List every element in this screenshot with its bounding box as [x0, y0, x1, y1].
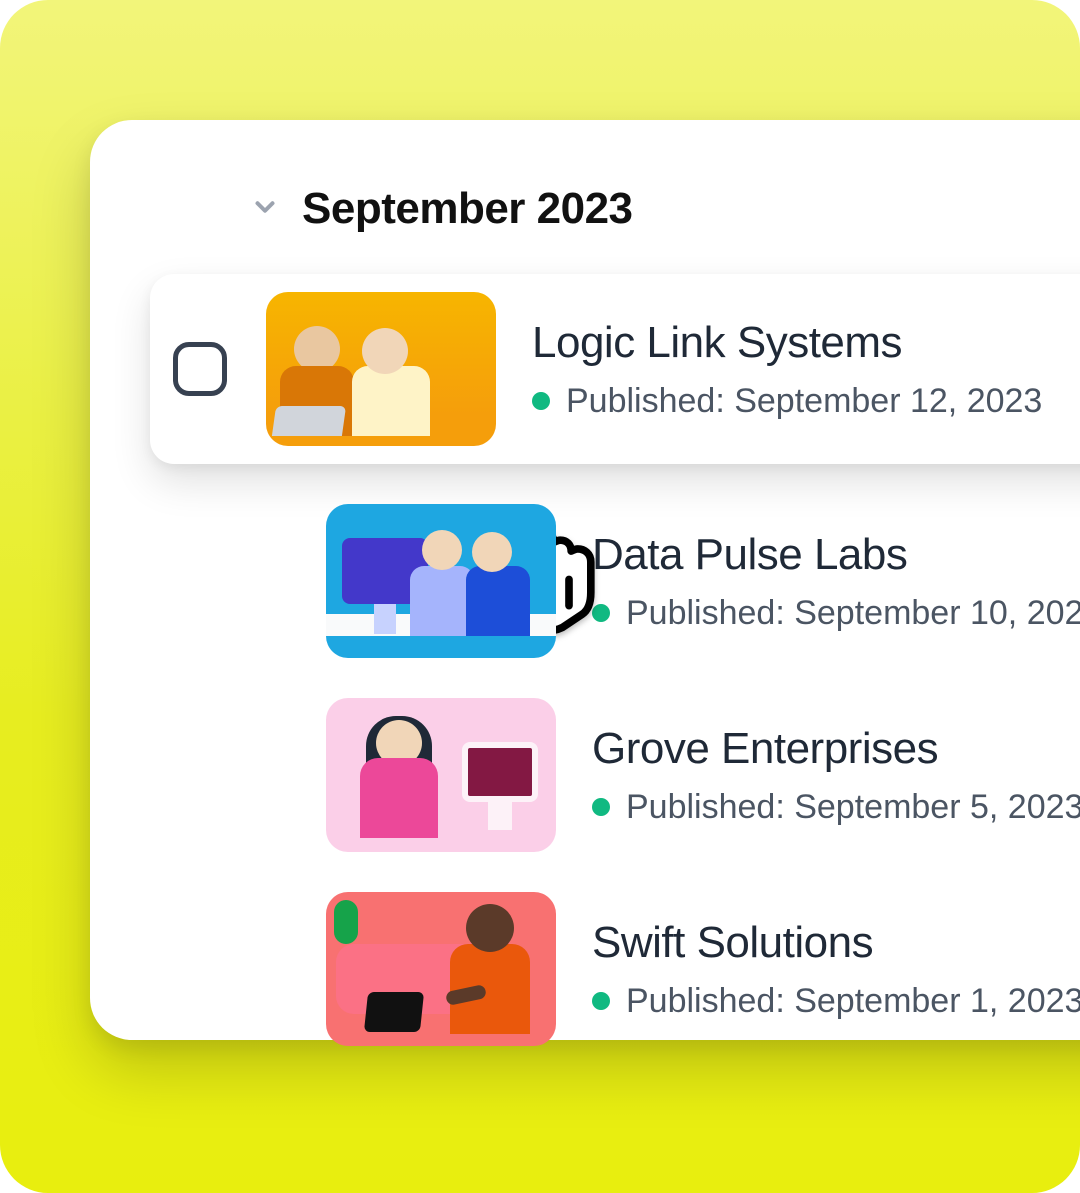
list-item[interactable]: Logic Link Systems Published: September 1…: [150, 274, 1080, 464]
item-meta: Logic Link Systems Published: September 1…: [532, 318, 1042, 421]
month-title: September 2023: [302, 184, 633, 234]
status-dot-icon: [532, 392, 550, 410]
item-status: Published: September 1, 2023 |: [592, 982, 1080, 1021]
thumbnail[interactable]: [266, 292, 496, 446]
status-label: Published: September 12, 2023: [566, 382, 1042, 421]
promo-background: September 2023 Logic Link Systems Publish…: [0, 0, 1080, 1193]
item-status: Published: September 12, 2023: [532, 382, 1042, 421]
status-label: Published: September 5, 2023 |: [626, 788, 1080, 827]
list-item[interactable]: Grove Enterprises Published: September 5,…: [150, 698, 1080, 852]
status-dot-icon: [592, 604, 610, 622]
item-title: Data Pulse Labs: [592, 530, 1080, 580]
status-dot-icon: [592, 992, 610, 1010]
content-panel: September 2023 Logic Link Systems Publish…: [90, 120, 1080, 1040]
item-status: Published: September 10, 2023: [592, 594, 1080, 633]
checkbox-slot: [170, 342, 230, 396]
status-dot-icon: [592, 798, 610, 816]
list-item[interactable]: Data Pulse Labs Published: September 10, …: [150, 504, 1080, 658]
item-title: Swift Solutions: [592, 918, 1080, 968]
item-list: Logic Link Systems Published: September 1…: [150, 274, 1080, 1046]
item-meta: Grove Enterprises Published: September 5,…: [592, 724, 1080, 827]
status-label: Published: September 1, 2023 |: [626, 982, 1080, 1021]
month-header[interactable]: September 2023: [250, 184, 1080, 234]
item-title: Logic Link Systems: [532, 318, 1042, 368]
thumbnail[interactable]: [326, 504, 556, 658]
item-meta: Swift Solutions Published: September 1, 2…: [592, 918, 1080, 1021]
thumbnail[interactable]: [326, 698, 556, 852]
thumbnail[interactable]: [326, 892, 556, 1046]
status-label: Published: September 10, 2023: [626, 594, 1080, 633]
item-status: Published: September 5, 2023 |: [592, 788, 1080, 827]
select-checkbox[interactable]: [173, 342, 227, 396]
item-meta: Data Pulse Labs Published: September 10, …: [592, 530, 1080, 633]
item-title: Grove Enterprises: [592, 724, 1080, 774]
chevron-down-icon: [250, 192, 280, 227]
list-item[interactable]: Swift Solutions Published: September 1, 2…: [150, 892, 1080, 1046]
